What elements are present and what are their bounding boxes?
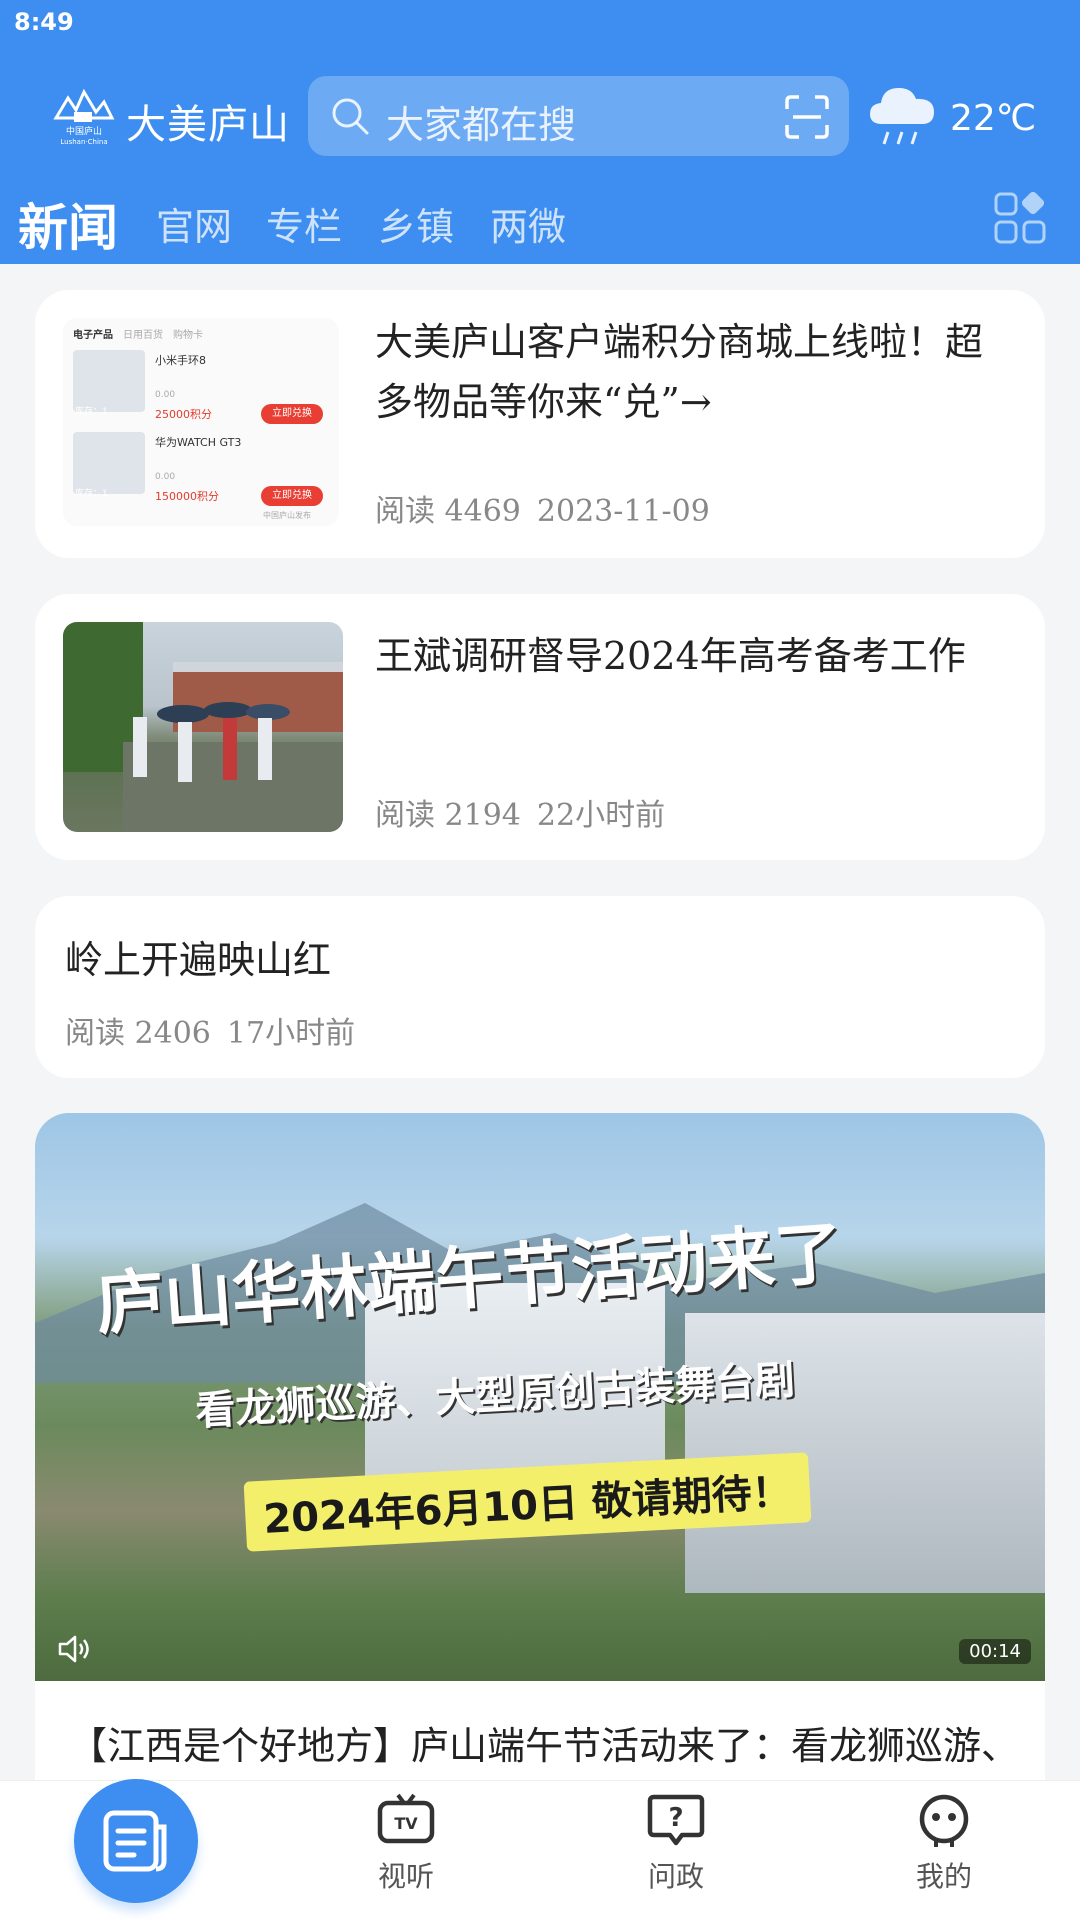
app-header: 8:49 中国庐山 Lushan·China 大美庐山 大家都在搜 22℃ 新闻…: [0, 0, 1080, 264]
nav-news[interactable]: [74, 1779, 198, 1903]
tab-news[interactable]: 新闻: [18, 188, 118, 260]
product-name: 华为WATCH GT3: [155, 436, 242, 449]
svg-text:TV: TV: [394, 1814, 418, 1833]
photo-scene: [63, 622, 343, 832]
channel-tabs: 新闻 官网 专栏 乡镇 两微: [0, 188, 1080, 258]
product-image: [73, 350, 145, 412]
article-meta: 阅读 2406 17小时前: [65, 1008, 355, 1052]
product-old-price: 0.00: [155, 390, 176, 400]
read-count: 阅读 2406: [65, 1016, 211, 1051]
nav-audio-video[interactable]: TV 视听: [346, 1793, 466, 1895]
tab-official[interactable]: 官网: [156, 196, 232, 251]
video-caption[interactable]: 【江西是个好地方】庐山端午节活动来了：看龙狮巡游、: [35, 1681, 1045, 1781]
product-points: 25000积分: [155, 408, 212, 421]
nav-label: 问政: [647, 1860, 704, 1893]
article-card[interactable]: 王斌调研督导2024年高考备考工作 阅读 2194 22小时前: [35, 594, 1045, 860]
nav-profile[interactable]: 我的: [884, 1793, 1004, 1895]
svg-text:?: ?: [668, 1803, 683, 1833]
lushan-logo: 中国庐山 Lushan·China: [53, 88, 115, 146]
redeem-button: 立即兑换: [261, 404, 323, 424]
read-count: 阅读 2194: [375, 798, 521, 833]
search-bar[interactable]: 大家都在搜: [308, 76, 849, 156]
thumb-watermark: 中国庐山发布: [263, 511, 311, 520]
article-card[interactable]: 岭上开遍映山红 阅读 2406 17小时前: [35, 896, 1045, 1078]
article-thumbnail: 电子产品 日用百货 购物卡 小米手环8 库存：1 0.00 25000积分 立即兑换…: [63, 318, 339, 526]
article-title: 岭上开遍映山红: [65, 938, 332, 982]
product-image: [73, 432, 145, 494]
tab-weibo-wechat[interactable]: 两微: [490, 196, 566, 251]
tab-column[interactable]: 专栏: [266, 196, 342, 251]
product-old-price: 0.00: [155, 472, 176, 482]
search-placeholder: 大家都在搜: [386, 103, 577, 147]
product-stock: 库存：1: [75, 489, 108, 499]
question-icon: ?: [647, 1794, 705, 1846]
search-icon: [332, 98, 369, 135]
bottom-navigation: TV 视听 ? 问政 我的: [0, 1779, 1080, 1920]
publish-date: 22小时前: [536, 798, 666, 833]
scan-icon[interactable]: [785, 95, 829, 139]
product-points: 150000积分: [155, 490, 219, 503]
svg-text:中国庐山: 中国庐山: [66, 125, 102, 137]
nav-label: 我的: [915, 1860, 972, 1893]
redeem-button: 立即兑换: [261, 486, 323, 506]
volume-icon[interactable]: [57, 1633, 93, 1665]
video-duration: 00:14: [959, 1639, 1031, 1664]
article-title: 大美庐山客户端积分商城上线啦！超多物品等你来“兑”→: [375, 320, 984, 424]
temperature: 22℃: [950, 98, 1037, 139]
video-caption-text: 【江西是个好地方】庐山端午节活动来了：看龙狮巡游、: [69, 1724, 1020, 1768]
video-player[interactable]: 庐山华林端午节活动来了 看龙狮巡游、大型原创古装舞台剧 2024年6月10日 敬…: [35, 1113, 1045, 1681]
publish-date: 17小时前: [226, 1016, 356, 1051]
more-channels-icon[interactable]: [994, 192, 1046, 244]
tab-towns[interactable]: 乡镇: [378, 196, 454, 251]
product-stock: 库存：1: [75, 407, 108, 417]
nav-inquiry[interactable]: ? 问政: [616, 1793, 736, 1895]
status-time: 8:49: [14, 8, 74, 36]
article-thumbnail: [63, 622, 343, 832]
shop-tabs: 电子产品 日用百货 购物卡: [73, 330, 203, 341]
article-title: 王斌调研督导2024年高考备考工作: [375, 634, 966, 678]
product-name: 小米手环8: [155, 354, 206, 367]
article-meta: 阅读 2194 22小时前: [375, 790, 665, 834]
svg-text:Lushan·China: Lushan·China: [60, 138, 107, 146]
robot-icon: [919, 1794, 969, 1847]
publish-date: 2023-11-09: [536, 494, 710, 529]
rain-cloud-icon: [870, 88, 934, 145]
nav-label: 视听: [377, 1860, 434, 1893]
news-icon: [103, 1810, 167, 1872]
article-meta: 阅读 4469 2023-11-09: [375, 486, 710, 530]
tv-icon: TV: [377, 1793, 435, 1844]
brand-title: 大美庐山: [126, 102, 290, 148]
read-count: 阅读 4469: [375, 494, 521, 529]
article-card[interactable]: 电子产品 日用百货 购物卡 小米手环8 库存：1 0.00 25000积分 立即兑换…: [35, 290, 1045, 558]
